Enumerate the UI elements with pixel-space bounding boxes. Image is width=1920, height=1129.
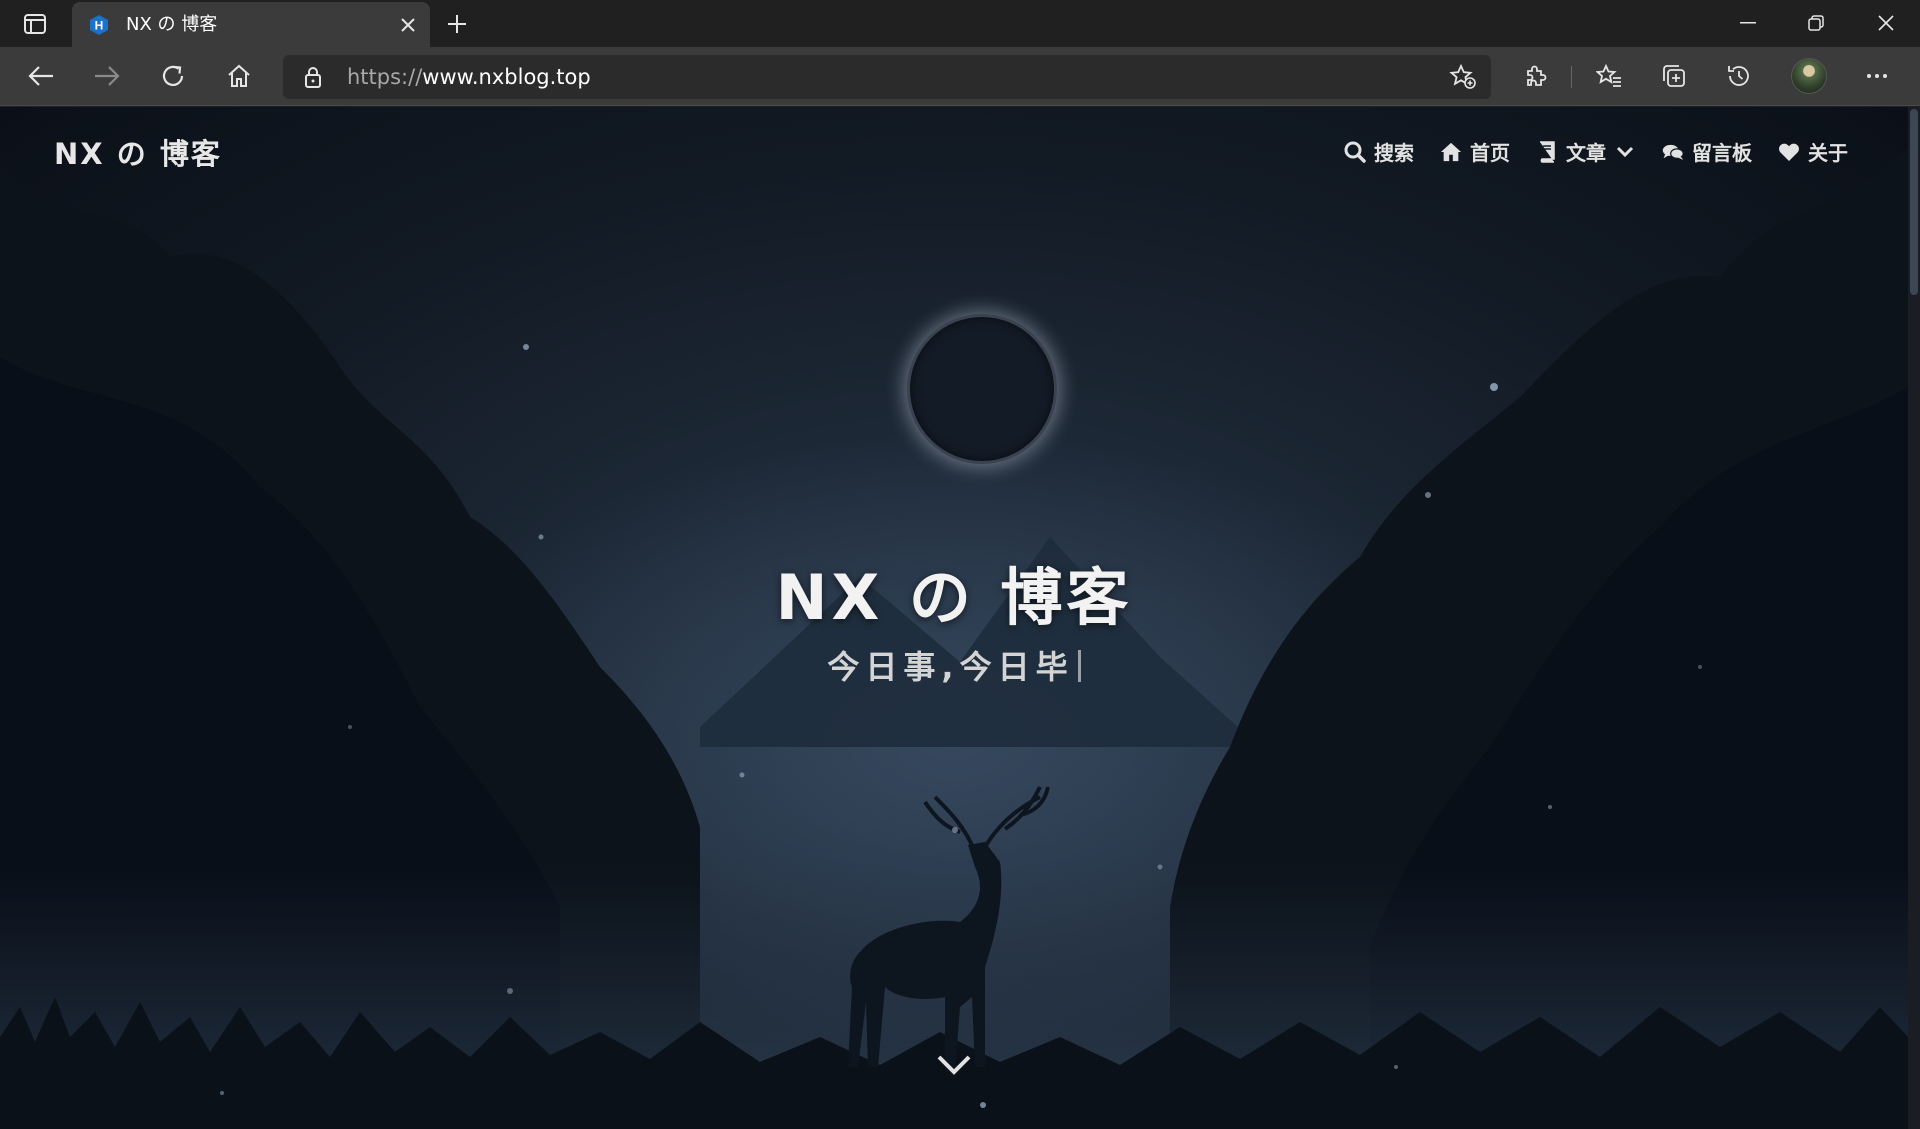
forward-icon[interactable] <box>86 56 128 96</box>
browser-tab-bar: H NX の 博客 <box>0 0 1920 48</box>
close-tab-icon[interactable] <box>396 13 420 37</box>
add-favorite-icon[interactable] <box>1449 64 1477 90</box>
new-tab-icon[interactable] <box>440 9 474 39</box>
hero-subtitle: 今日事,今日毕 <box>0 642 1908 688</box>
refresh-icon[interactable] <box>152 56 194 96</box>
svg-text:H: H <box>95 19 104 33</box>
address-bar[interactable]: https://www.nxblog.top <box>283 55 1491 99</box>
nav-item-guestbook[interactable]: 留言板 <box>1662 137 1752 166</box>
search-icon <box>1344 141 1366 163</box>
site-nav: 搜索 首页 文章 留言板 关于 <box>1344 137 1848 166</box>
close-window-icon[interactable] <box>1852 0 1920 46</box>
minimize-icon[interactable] <box>1714 0 1782 46</box>
favorites-icon[interactable] <box>1588 56 1630 96</box>
nav-label: 文章 <box>1566 141 1606 165</box>
profile-avatar[interactable] <box>1791 58 1827 94</box>
home-browser-icon[interactable] <box>218 56 260 96</box>
browser-toolbar: https://www.nxblog.top <box>0 47 1920 106</box>
chevron-down-icon <box>1614 141 1636 163</box>
page-viewport: NX の 博客 搜索 首页 文章 留言板 关于 NX の 博客 今日事,今日毕 <box>0 107 1908 1129</box>
more-options-icon[interactable] <box>1856 56 1898 96</box>
toolbar-divider <box>1571 66 1572 88</box>
lock-icon[interactable] <box>301 65 325 89</box>
book-icon <box>1536 140 1558 163</box>
nav-item-home[interactable]: 首页 <box>1440 137 1510 166</box>
active-tab[interactable]: H NX の 博客 <box>72 2 430 48</box>
nav-label: 首页 <box>1470 141 1510 165</box>
collections-icon[interactable] <box>1653 56 1695 96</box>
comments-icon <box>1662 141 1684 163</box>
typing-caret <box>1077 650 1081 682</box>
hero-title: NX の 博客 <box>775 561 1133 634</box>
scrollbar-thumb[interactable] <box>1910 109 1918 295</box>
heart-icon <box>1778 141 1800 163</box>
url-text[interactable]: https://www.nxblog.top <box>347 64 591 90</box>
tab-actions-icon[interactable] <box>18 11 52 37</box>
restore-icon[interactable] <box>1782 0 1850 46</box>
extensions-icon[interactable] <box>1514 56 1556 96</box>
back-icon[interactable] <box>20 56 62 96</box>
nav-label: 留言板 <box>1692 141 1752 165</box>
nav-item-search[interactable]: 搜索 <box>1344 137 1414 166</box>
nav-label: 关于 <box>1808 141 1848 165</box>
scroll-down-chevron-icon[interactable] <box>934 1050 974 1080</box>
hero-subtitle-text: 今日事,今日毕 <box>827 648 1074 686</box>
tab-title: NX の 博客 <box>126 14 218 35</box>
page-scrollbar[interactable] <box>1908 107 1920 1129</box>
url-host: www.nxblog.top <box>422 65 591 89</box>
nav-item-articles[interactable]: 文章 <box>1536 137 1636 166</box>
site-favicon-icon: H <box>88 14 110 36</box>
nav-item-about[interactable]: 关于 <box>1778 137 1848 166</box>
site-brand-logo[interactable]: NX の 博客 <box>54 131 222 173</box>
nav-label: 搜索 <box>1374 141 1414 165</box>
author-avatar[interactable] <box>907 314 1057 464</box>
home-icon <box>1440 141 1462 163</box>
url-protocol: https:// <box>347 65 423 89</box>
history-icon[interactable] <box>1718 56 1760 96</box>
